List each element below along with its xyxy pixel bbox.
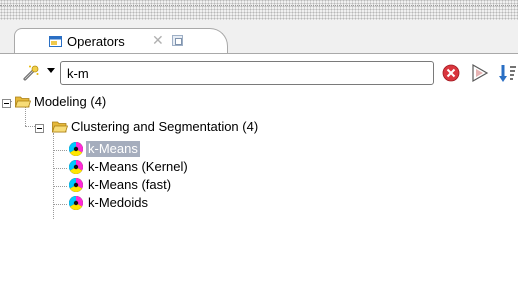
operator-tree: Modeling (4) Clustering and Segmentation… — [0, 92, 518, 306]
tree-leaf-label: k-Medoids — [88, 195, 148, 210]
tree-leaf-k-means-fast[interactable]: k-Means (fast) — [0, 176, 240, 194]
tree-leaf-k-medoids[interactable]: k-Medoids — [0, 194, 240, 212]
tree-leaf-k-means-kernel[interactable]: k-Means (Kernel) — [0, 158, 240, 176]
tree-leaf-label: k-Means — [86, 141, 140, 157]
grip-divider — [0, 5, 518, 7]
tab-operators[interactable]: Operators ✕ — [14, 28, 228, 54]
view-drag-grip[interactable] — [0, 0, 518, 20]
restore-icon[interactable] — [172, 35, 183, 46]
collapse-icon[interactable] — [2, 99, 11, 108]
search-field[interactable] — [60, 61, 434, 85]
tree-leaf-label: k-Means (fast) — [88, 177, 172, 192]
search-input[interactable] — [67, 64, 407, 82]
folder-open-icon — [15, 96, 31, 108]
tree-leaf-label: k-Means (Kernel) — [88, 159, 188, 174]
tree-node-label: Clustering and Segmentation (4) — [71, 119, 259, 134]
folder-open-icon — [52, 121, 68, 133]
tree-node-modeling[interactable]: Modeling (4) — [0, 94, 200, 112]
tree-node-clustering-and-segmentation[interactable]: Clustering and Segmentation (4) — [0, 119, 340, 138]
new-operator-wand-icon[interactable] — [22, 64, 40, 82]
clustering-operator-icon — [69, 178, 83, 192]
operators-view-icon — [49, 36, 62, 47]
collapse-icon[interactable] — [35, 124, 44, 133]
clustering-operator-icon — [69, 160, 83, 174]
clustering-operator-icon — [69, 142, 83, 156]
tree-leaf-k-means[interactable]: k-Means — [0, 140, 220, 158]
tab-label: Operators — [67, 34, 125, 49]
clustering-operator-icon — [69, 196, 83, 210]
chevron-down-icon[interactable] — [47, 68, 55, 73]
close-icon[interactable]: ✕ — [152, 32, 164, 49]
sort-icon[interactable] — [498, 63, 518, 83]
search-toolbar — [0, 54, 518, 92]
tree-node-label: Modeling (4) — [34, 94, 107, 109]
tab-bar: Operators ✕ — [0, 20, 518, 54]
clear-search-icon[interactable] — [442, 64, 460, 82]
filter-icon[interactable] — [470, 63, 490, 83]
